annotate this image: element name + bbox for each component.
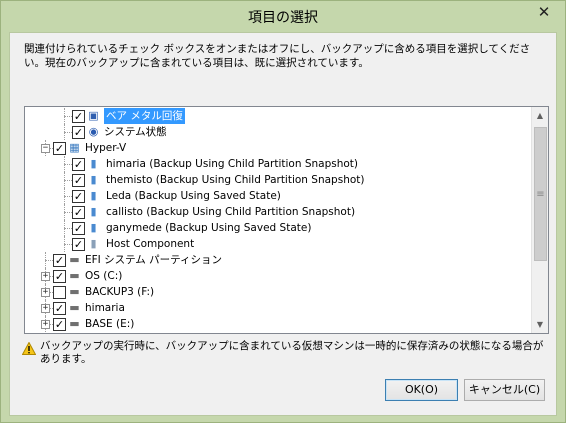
warning-icon <box>22 342 36 355</box>
tree-item-label: Leda (Backup Using Saved State) <box>106 190 281 202</box>
tree-item-label: Host Component <box>106 238 195 250</box>
item-checkbox[interactable]: ✓ <box>53 142 66 155</box>
expand-icon[interactable]: + <box>41 320 50 329</box>
drive-icon: ▬ <box>69 301 80 314</box>
vm-icon: ▮ <box>90 189 97 202</box>
item-checkbox[interactable]: ✓ <box>72 174 85 187</box>
scrollbar-thumb[interactable]: ≡ <box>534 127 547 261</box>
tree-line <box>64 180 72 181</box>
cancel-button[interactable]: キャンセル(C) <box>464 379 545 401</box>
tree-item[interactable]: ✓ ◉ システム状態 <box>25 124 531 140</box>
tree-item[interactable]: + ▬ BACKUP3 (F:) <box>25 284 531 300</box>
vm-icon: ▮ <box>90 173 97 186</box>
item-checkbox[interactable]: ✓ <box>53 318 66 331</box>
host-component-icon: ▮ <box>90 237 97 250</box>
tree-item[interactable]: − ✓ ▦ Hyper-V <box>25 140 531 156</box>
item-checkbox[interactable]: ✓ <box>72 222 85 235</box>
tree-item[interactable]: ✓ ▮ Leda (Backup Using Saved State) <box>25 188 531 204</box>
warning-text: バックアップの実行時に、バックアップに含まれている仮想マシンは一時的に保存済みの… <box>40 340 544 365</box>
item-checkbox[interactable]: ✓ <box>72 158 85 171</box>
vm-icon: ▮ <box>90 221 97 234</box>
bare-metal-recovery-icon: ▣ <box>88 109 99 122</box>
select-items-dialog: 項目の選択 ✕ 関連付けられているチェック ボックスをオンまたはオフにし、バック… <box>0 0 566 423</box>
tree-item[interactable]: ✓ ▣ ベア メタル回復 <box>25 108 531 124</box>
tree-item[interactable]: ✓ ▮ callisto (Backup Using Child Partition… <box>25 204 531 220</box>
expand-icon[interactable]: + <box>41 304 50 313</box>
instructions-text: 関連付けられているチェック ボックスをオンまたはオフにし、バックアップに含める項… <box>24 43 531 69</box>
vm-icon: ▮ <box>90 157 97 170</box>
vertical-scrollbar[interactable]: ▲ ≡ ▼ <box>531 107 548 333</box>
system-state-icon: ◉ <box>88 125 99 138</box>
item-checkbox[interactable]: ✓ <box>72 190 85 203</box>
tree-item[interactable]: ✓ ▮ Host Component <box>25 236 531 252</box>
tree-item[interactable]: ✓ ▮ themisto (Backup Using Child Partition… <box>25 172 531 188</box>
item-checkbox[interactable]: ✓ <box>53 270 66 283</box>
tree-line <box>64 244 72 245</box>
item-checkbox[interactable]: ✓ <box>72 238 85 251</box>
tree-item-label: BACKUP3 (F:) <box>85 286 155 298</box>
tree-item-label: システム状態 <box>104 126 167 138</box>
tree-line <box>45 260 53 261</box>
dialog-title: 項目の選択 <box>248 9 318 26</box>
item-checkbox[interactable]: ✓ <box>72 206 85 219</box>
drive-icon: ▬ <box>69 285 80 298</box>
tree-item[interactable]: + ✓ ▬ OS (C:) <box>25 268 531 284</box>
tree-item[interactable]: + ✓ ▬ BASE (E:) <box>25 316 531 332</box>
tree-line <box>64 132 72 133</box>
tree-item[interactable]: ✓ ▬ EFI システム パーティション <box>25 252 531 268</box>
tree-line <box>64 116 72 117</box>
tree-item-label: callisto (Backup Using Child Partition S… <box>106 206 356 218</box>
drive-icon: ▬ <box>69 253 80 266</box>
drive-icon: ▬ <box>69 269 80 282</box>
tree-rows: ✓ ▣ ベア メタル回復 ✓ ◉ システム状態 − ✓ ▦ Hyper-V ✓ ▮ himaria (B… <box>25 107 531 333</box>
tree-item[interactable]: ✓ ▮ himaria (Backup Using Child Partition … <box>25 156 531 172</box>
tree-item-label: EFI システム パーティション <box>85 254 223 266</box>
item-checkbox[interactable]: ✓ <box>72 126 85 139</box>
tree-line <box>64 196 72 197</box>
scroll-down-arrow-icon[interactable]: ▼ <box>532 316 548 333</box>
tree-item-label: themisto (Backup Using Child Partition S… <box>106 174 365 186</box>
dialog-body: 関連付けられているチェック ボックスをオンまたはオフにし、バックアップに含める項… <box>9 32 557 416</box>
tree-line <box>64 212 72 213</box>
item-checkbox[interactable] <box>53 286 66 299</box>
tree-item-label: ベア メタル回復 <box>104 108 185 124</box>
drive-icon: ▬ <box>69 317 80 330</box>
tree-item[interactable]: + ✓ ▬ himaria <box>25 300 531 316</box>
expand-icon[interactable]: + <box>41 272 50 281</box>
hyper-v-icon: ▦ <box>69 141 80 154</box>
item-checkbox[interactable]: ✓ <box>72 110 85 123</box>
vm-icon: ▮ <box>90 205 97 218</box>
tree-item-label: himaria (Backup Using Child Partition Sn… <box>106 158 358 170</box>
item-checkbox[interactable]: ✓ <box>53 254 66 267</box>
expand-icon[interactable]: + <box>41 288 50 297</box>
ok-button[interactable]: OK(O) <box>385 379 458 401</box>
item-checkbox[interactable]: ✓ <box>53 302 66 315</box>
close-button[interactable]: ✕ <box>529 2 559 22</box>
tree-line <box>64 228 72 229</box>
tree-item-label: ganymede (Backup Using Saved State) <box>106 222 312 234</box>
tree-item-label: Hyper-V <box>85 142 127 154</box>
tree-item-label: BASE (E:) <box>85 318 135 330</box>
tree-item-label: OS (C:) <box>85 270 123 282</box>
collapse-icon[interactable]: − <box>41 144 50 153</box>
scroll-up-arrow-icon[interactable]: ▲ <box>532 107 548 124</box>
backup-items-tree: ✓ ▣ ベア メタル回復 ✓ ◉ システム状態 − ✓ ▦ Hyper-V ✓ ▮ himaria (B… <box>24 106 549 334</box>
tree-item[interactable]: ✓ ▮ ganymede (Backup Using Saved State) <box>25 220 531 236</box>
title-bar[interactable]: 項目の選択 ✕ <box>1 1 565 32</box>
tree-line <box>64 164 72 165</box>
tree-item-label: himaria <box>85 302 125 314</box>
